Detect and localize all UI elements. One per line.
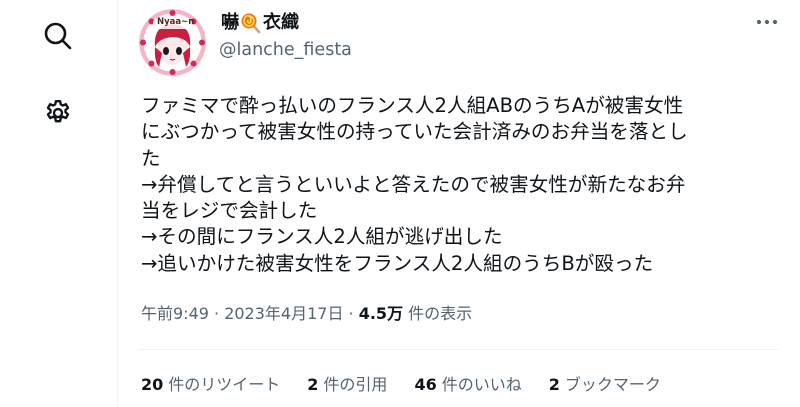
display-name[interactable]: 嚇 衣織 [221, 11, 299, 35]
tweet-text-line: ファミマで酔っ払いのフランス人2人組ABのうちAが被害女性 [141, 94, 684, 117]
quotes-stat[interactable]: 2 件の引用 [307, 374, 387, 396]
more-options-button[interactable] [750, 10, 784, 34]
search-icon [44, 22, 72, 50]
divider [138, 349, 778, 350]
avatar[interactable]: Nyaa~n [139, 9, 206, 76]
lollipop-icon [241, 13, 261, 34]
engagement-stats: 20 件のリツイート 2 件の引用 46 件のいいね 2 ブックマーク [141, 374, 688, 396]
tweet-text-line: た [141, 146, 161, 170]
bookmarks-stat[interactable]: 2 ブックマーク [549, 374, 661, 396]
gear-icon [46, 99, 70, 123]
settings-button[interactable] [36, 91, 80, 135]
tweet-text-line: →追いかけた被害女性をフランス人2人組のうちBが殴った [141, 251, 654, 275]
retweets-label: 件のリツイート [168, 375, 281, 394]
bookmarks-label: ブックマーク [564, 375, 661, 394]
avatar-text: Nyaa~n [157, 17, 195, 27]
view-label: 件の表示 [408, 304, 473, 323]
timestamp[interactable]: 午前9:49 · 2023年4月17日 · [141, 304, 354, 323]
tweet-page: Nyaa~n 嚇 衣織 @lanche_fiesta ファミマで酔っ払いのフラン… [0, 0, 800, 407]
view-count: 4.5万 [358, 304, 404, 323]
tweet-text-line: にぶつかって被害女性の持っていた会計済みのお弁当を落とし [141, 120, 688, 144]
retweets-stat[interactable]: 20 件のリツイート [141, 374, 280, 396]
likes-stat[interactable]: 46 件のいいね [414, 374, 521, 396]
tweet-text: ファミマで酔っ払いのフランス人2人組ABのうちAが被害女性 にぶつかって被害女性… [141, 93, 781, 277]
tweet-meta: 午前9:49 · 2023年4月17日 · 4.5万 件の表示 [141, 303, 472, 325]
likes-count: 46 [414, 375, 437, 394]
tweet-text-line: 当をレジで会計した [141, 199, 318, 223]
user-handle[interactable]: @lanche_fiesta [219, 39, 352, 61]
retweets-count: 20 [141, 375, 164, 394]
tweet-text-line: →弁償してと言うといいよと答えたので被害女性が新たなお弁 [141, 172, 686, 196]
search-button[interactable] [36, 14, 80, 58]
display-name-part: 衣織 [263, 12, 299, 33]
tweet: Nyaa~n 嚇 衣織 @lanche_fiesta ファミマで酔っ払いのフラン… [118, 0, 800, 407]
quotes-count: 2 [307, 375, 319, 394]
quotes-label: 件の引用 [323, 375, 388, 394]
likes-label: 件のいいね [441, 375, 522, 394]
display-name-part: 嚇 [221, 12, 239, 33]
more-icon [756, 19, 778, 25]
navigation-rail [0, 0, 118, 407]
tweet-text-line: →その間にフランス人2人組が逃げ出した [141, 225, 503, 249]
bookmarks-count: 2 [548, 375, 560, 394]
